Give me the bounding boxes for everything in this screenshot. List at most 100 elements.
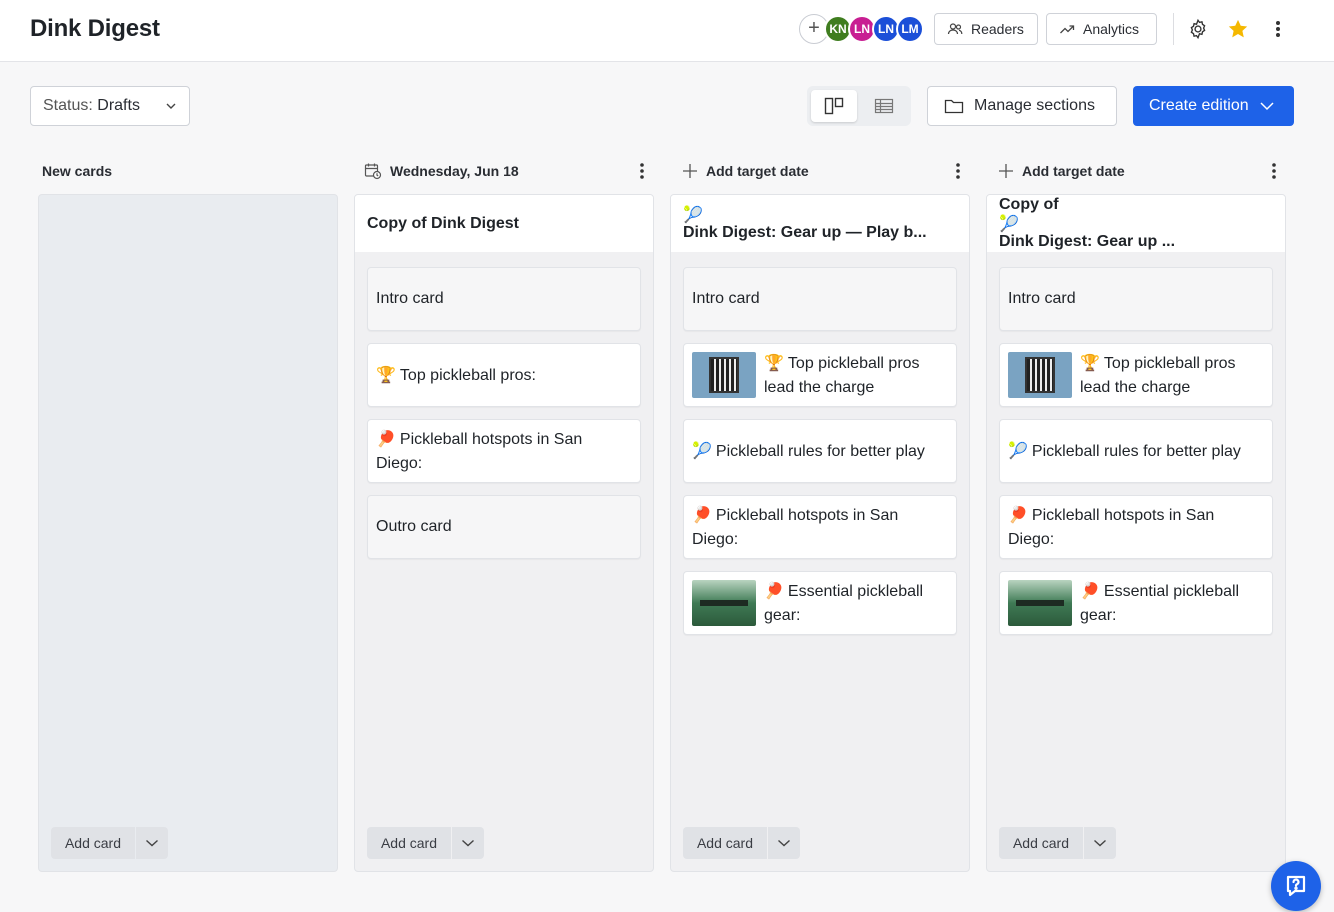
add-card-button[interactable]: Add card	[683, 827, 767, 859]
card-label: Intro card	[376, 290, 444, 307]
chevron-down-icon	[166, 103, 176, 109]
column-header: Wednesday, Jun 18	[354, 156, 654, 186]
card-label: Intro card	[1008, 290, 1076, 307]
vertical-dots-icon	[956, 163, 960, 179]
view-toggle	[807, 86, 911, 126]
more-options-button[interactable]	[1264, 14, 1292, 44]
status-filter-dropdown[interactable]: Status: Drafts	[30, 86, 190, 126]
add-card-group: Add card	[367, 827, 484, 859]
add-card-menu-button[interactable]	[136, 827, 168, 859]
vertical-dots-icon	[1276, 21, 1280, 37]
readers-label: Readers	[971, 21, 1024, 37]
edition-title-text: Copy of Dink Digest	[367, 214, 520, 232]
add-card-button[interactable]: Add card	[999, 827, 1083, 859]
edition-title[interactable]: 🎾 Dink Digest: Gear up — Play b...	[671, 195, 969, 252]
paddle-icon: 🏓	[1008, 504, 1028, 524]
add-card-group: Add card	[683, 827, 800, 859]
avatar-initials: LN	[878, 22, 894, 36]
card[interactable]: 🏆 Top pickleball pros lead the charge	[683, 343, 957, 407]
readers-button[interactable]: Readers	[934, 13, 1038, 45]
add-card-menu-button[interactable]	[1084, 827, 1116, 859]
paddle-icon: 🏓	[764, 580, 784, 600]
add-card-button[interactable]: Add card	[51, 827, 135, 859]
card[interactable]: 🏓 Pickleball hotspots in San Diego:	[683, 495, 957, 559]
card[interactable]: 🏆 Top pickleball pros:	[367, 343, 641, 407]
card[interactable]: 🏓 Essential pickleball gear:	[683, 571, 957, 635]
help-chat-icon	[1286, 875, 1306, 897]
column-more-button[interactable]	[950, 161, 966, 181]
card[interactable]: Intro card	[999, 267, 1273, 331]
manage-sections-button[interactable]: Manage sections	[927, 86, 1117, 126]
card-label: Outro card	[376, 518, 452, 535]
paddle-icon: 🏓	[376, 428, 396, 448]
trophy-icon: 🏆	[764, 352, 784, 372]
plus-icon	[999, 164, 1013, 178]
card-label: Top pickleball pros lead the charge	[1080, 354, 1236, 396]
board-view-button[interactable]	[811, 90, 857, 122]
card-label: Top pickleball pros:	[399, 366, 536, 384]
card[interactable]: 🏓 Essential pickleball gear:	[999, 571, 1273, 635]
column-header[interactable]: Add target date	[986, 156, 1286, 186]
edition-title-prefix: Copy of	[999, 196, 1059, 213]
paddle-icon: 🏓	[1080, 580, 1100, 600]
card[interactable]: 🏆 Top pickleball pros lead the charge	[999, 343, 1273, 407]
tennis-ball-icon: 🎾	[1008, 440, 1028, 460]
add-card-button[interactable]: Add card	[367, 827, 451, 859]
add-target-date-label: Add target date	[1022, 163, 1125, 179]
edition-title[interactable]: Copy of 🎾 Dink Digest: Gear up ...	[987, 195, 1285, 252]
card-label: Pickleball hotspots in San Diego:	[1008, 506, 1215, 548]
avatar-initials: LM	[901, 22, 919, 36]
tennis-ball-icon: 🎾	[692, 440, 712, 460]
card[interactable]: 🏓 Pickleball hotspots in San Diego:	[367, 419, 641, 483]
trending-up-icon	[1060, 25, 1075, 34]
favorite-button[interactable]	[1224, 14, 1252, 44]
card-label: Essential pickleball gear:	[764, 582, 924, 624]
users-icon	[947, 23, 963, 35]
table-view-button[interactable]	[861, 90, 907, 122]
column-header-label: New cards	[42, 163, 113, 179]
card[interactable]: Intro card	[367, 267, 641, 331]
avatar[interactable]: LM	[896, 15, 924, 43]
analytics-label: Analytics	[1083, 21, 1140, 37]
card[interactable]: 🏓 Pickleball hotspots in San Diego:	[999, 495, 1273, 559]
card[interactable]: Outro card	[367, 495, 641, 559]
create-edition-button[interactable]: Create edition	[1133, 86, 1294, 126]
card-label: Pickleball rules for better play	[1031, 442, 1241, 460]
card[interactable]: 🎾 Pickleball rules for better play	[683, 419, 957, 483]
avatar-initials: KN	[829, 22, 847, 36]
chevron-down-icon	[1260, 102, 1274, 111]
add-card-menu-button[interactable]	[452, 827, 484, 859]
card-thumbnail	[692, 352, 756, 398]
plus-icon	[683, 164, 697, 178]
add-card-menu-button[interactable]	[768, 827, 800, 859]
card-label: Pickleball hotspots in San Diego:	[692, 506, 899, 548]
column-header[interactable]: Add target date	[670, 156, 970, 186]
edition-title-text: Dink Digest: Gear up — Play b...	[683, 224, 927, 241]
settings-button[interactable]	[1184, 14, 1212, 44]
analytics-button[interactable]: Analytics	[1046, 13, 1157, 45]
chevron-down-icon	[1094, 839, 1106, 847]
card-thumbnail	[692, 580, 756, 626]
gear-icon	[1190, 18, 1206, 40]
card[interactable]: Intro card	[683, 267, 957, 331]
card-label: Top pickleball pros lead the charge	[764, 354, 920, 396]
manage-sections-label: Manage sections	[974, 97, 1095, 114]
board-view-icon	[824, 97, 844, 115]
trophy-icon: 🏆	[376, 364, 396, 384]
column-more-button[interactable]	[634, 161, 650, 181]
status-filter-label: Status:	[43, 97, 93, 114]
column-header-label: Wednesday, Jun 18	[390, 163, 519, 179]
card[interactable]: 🎾 Pickleball rules for better play	[999, 419, 1273, 483]
app-header: Dink Digest + KN LN LN LM Readers Analyt…	[0, 0, 1334, 62]
column-new-cards: Add card	[38, 194, 338, 872]
header-divider	[1173, 13, 1174, 45]
edition-title[interactable]: Copy of Dink Digest	[355, 195, 653, 252]
card-label: Intro card	[692, 290, 760, 307]
tennis-ball-icon: 🎾	[999, 214, 1019, 233]
chevron-down-icon	[462, 839, 474, 847]
column-more-button[interactable]	[1266, 161, 1282, 181]
help-chat-button[interactable]	[1271, 861, 1321, 911]
column-header: New cards	[38, 156, 338, 186]
vertical-dots-icon	[1272, 163, 1276, 179]
paddle-icon: 🏓	[692, 504, 712, 524]
